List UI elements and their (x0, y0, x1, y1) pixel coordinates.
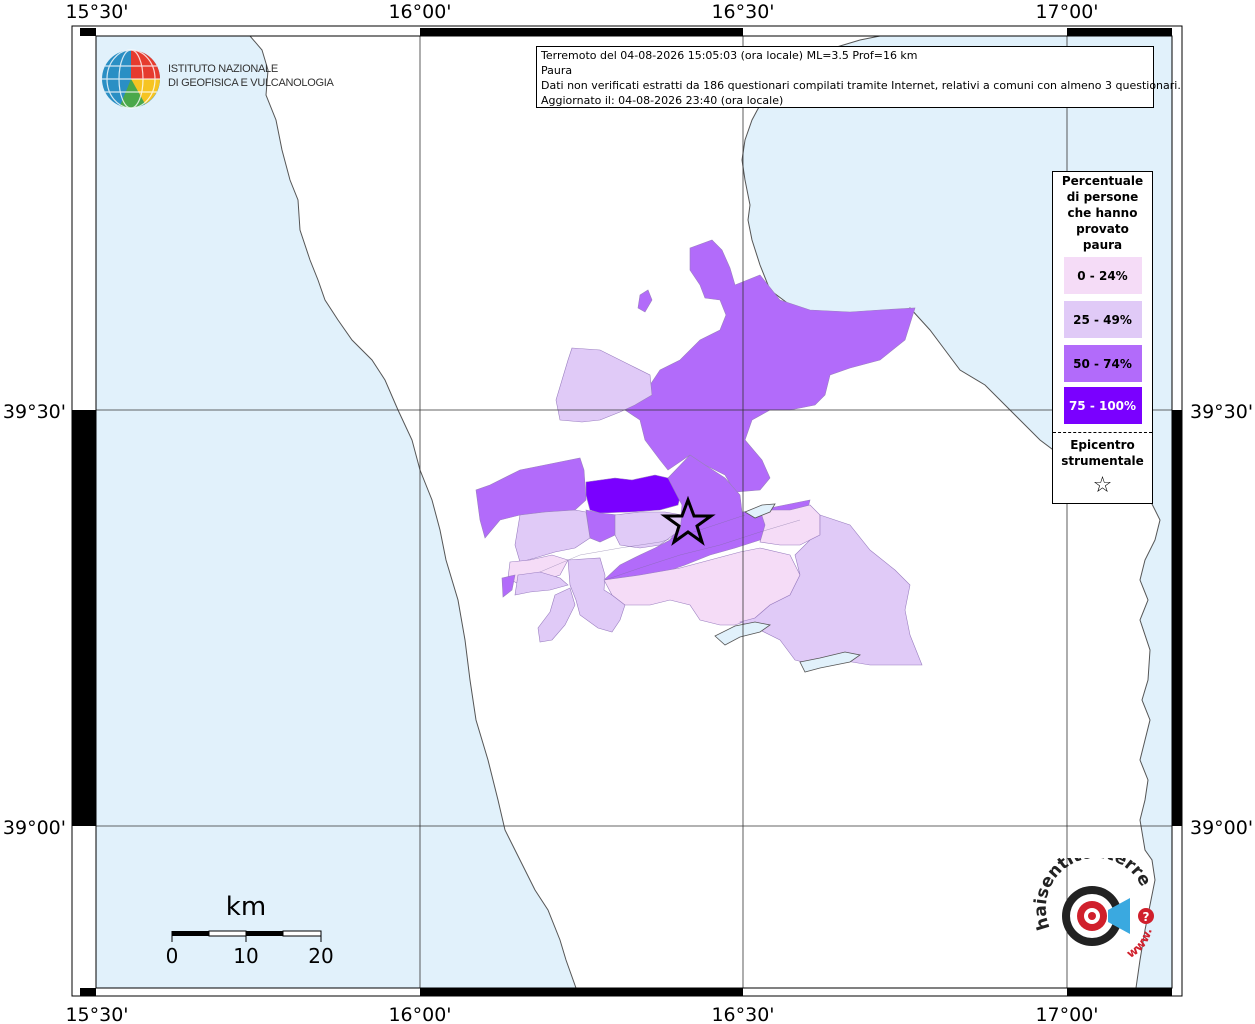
legend-title: Percentuale di persone che hanno provato… (1061, 174, 1144, 252)
top-label-1: 15°30' (65, 1, 128, 23)
bottom-label-1: 15°30' (65, 1004, 128, 1024)
scale-label-10: 10 (233, 944, 258, 968)
region-high (585, 474, 683, 514)
frame-top-seg-1 (80, 28, 96, 36)
ingv-globe-icon (102, 49, 160, 109)
bottom-label-3: 16°30' (711, 1004, 774, 1024)
frame-right-seg-1 (1172, 410, 1182, 826)
left-label-2: 39°00' (3, 817, 66, 839)
legend-item-75-100: 75 - 100% (1063, 387, 1142, 424)
top-label-4: 17°00' (1035, 1, 1098, 23)
legend-item-50-74: 50 - 74% (1063, 345, 1142, 382)
scale-label-20: 20 (308, 944, 333, 968)
ingv-line-1: ISTITUTO NAZIONALE (168, 63, 278, 75)
scale-seg-3 (246, 931, 283, 936)
ingv-name: ISTITUTO NAZIONALE DI GEOFISICA E VULCAN… (168, 62, 334, 90)
frame-bottom-seg-1 (80, 988, 96, 996)
scale-label-0: 0 (166, 944, 179, 968)
legend-star-icon: ☆ (1092, 473, 1113, 498)
legend-item-25-49: 25 - 49% (1063, 301, 1142, 338)
top-label-3: 16°30' (711, 1, 774, 23)
data-note: Dati non verificati estratti da 186 ques… (541, 79, 1181, 92)
legend-label-25-49: 25 - 49% (1073, 312, 1132, 327)
legend-label-0-24: 0 - 24% (1077, 268, 1128, 283)
event-title: Terremoto del 04-08-2026 15:05:03 (ora l… (541, 49, 918, 62)
right-label-2: 39°00' (1190, 817, 1253, 839)
left-label-1: 39°30' (3, 401, 66, 423)
ingv-line-2: DI GEOFISICA E VULCANOLOGIA (168, 77, 334, 89)
ingv-logo: ISTITUTO NAZIONALE DI GEOFISICA E VULCAN… (100, 48, 334, 110)
legend-item-0-24: 0 - 24% (1063, 257, 1142, 294)
bottom-label-4: 17°00' (1035, 1004, 1098, 1024)
scale-seg-1 (172, 931, 209, 936)
bottom-label-2: 16°00' (388, 1004, 451, 1024)
frame-top-seg-3 (1067, 28, 1172, 36)
scale-unit: km (226, 892, 266, 922)
parameter-name: Paura (541, 64, 573, 77)
updated-time: Aggiornato il: 04-08-2026 23:40 (ora loc… (541, 94, 784, 107)
scale-seg-4 (282, 930, 322, 937)
legend: Percentuale di persone che hanno provato… (1052, 171, 1153, 504)
event-info-box: Terremoto del 04-08-2026 15:05:03 (ora l… (536, 46, 1181, 108)
top-label-2: 16°00' (388, 1, 451, 23)
legend-label-50-74: 50 - 74% (1073, 356, 1132, 371)
legend-label-75-100: 75 - 100% (1068, 398, 1137, 413)
right-label-1: 39°30' (1190, 401, 1253, 423)
scale-seg-2 (208, 930, 247, 937)
frame-left-seg-1 (72, 410, 96, 826)
hst-logo: haisentitoilterremoto.it www. ? (1021, 843, 1160, 973)
legend-epicenter-label: Epicentro strumentale (1061, 438, 1144, 468)
frame-bottom-seg-3 (1067, 988, 1172, 996)
svg-text:?: ? (1143, 910, 1150, 924)
frame-bottom-seg-2 (420, 988, 743, 996)
frame-top-seg-2 (420, 28, 743, 36)
